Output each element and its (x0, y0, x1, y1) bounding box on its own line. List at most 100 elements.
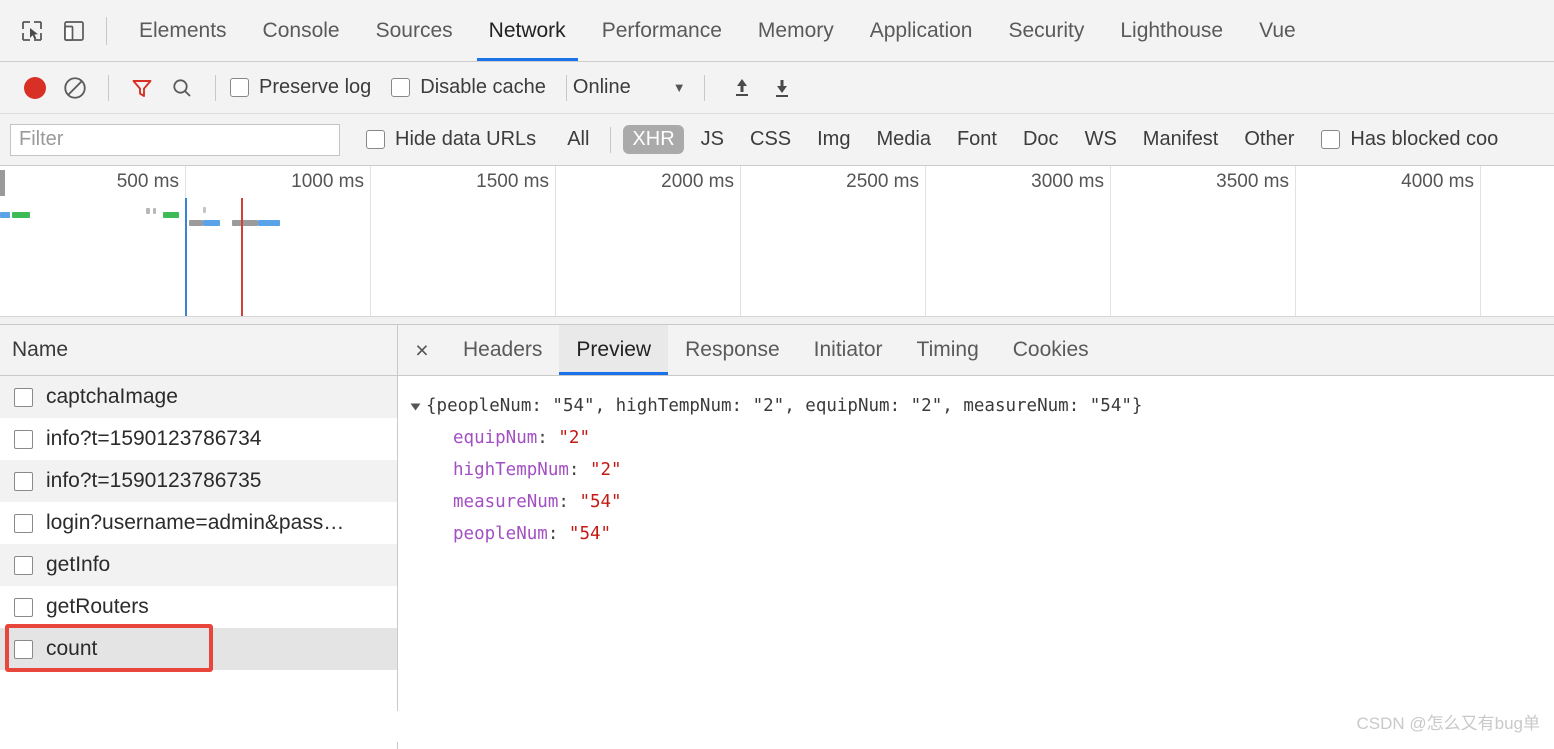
detail-tab-cookies[interactable]: Cookies (996, 325, 1106, 375)
detail-tab-response[interactable]: Response (668, 325, 797, 375)
table-row[interactable]: info?t=1590123786734 (0, 418, 397, 460)
inspect-element-icon-svg (22, 20, 42, 41)
table-row[interactable]: getInfo (0, 544, 397, 586)
device-toolbar-icon[interactable] (56, 13, 92, 49)
tab-security[interactable]: Security (990, 0, 1102, 61)
filter-input[interactable] (10, 123, 340, 156)
json-property-value: "54" (579, 492, 622, 512)
overview-request-bar (163, 212, 179, 218)
type-chip-xhr[interactable]: XHR (623, 125, 684, 154)
overview-tick-label: 1000 ms (291, 171, 364, 192)
overview-gridline (555, 166, 556, 316)
hide-data-urls-label: Hide data URLs (395, 128, 537, 150)
record-button[interactable] (16, 69, 54, 107)
detail-tab-timing[interactable]: Timing (900, 325, 996, 375)
chevron-down-icon[interactable] (410, 403, 421, 411)
type-chip-css[interactable]: CSS (741, 125, 800, 154)
table-row[interactable]: info?t=1590123786735 (0, 460, 397, 502)
toolbar-divider-2 (215, 74, 216, 101)
request-detail-pane: × Headers Preview Response Initiator Tim… (398, 325, 1554, 749)
overview-request-bar (189, 220, 203, 226)
row-checkbox[interactable] (14, 555, 33, 575)
overview-request-bar (258, 220, 280, 226)
hide-data-urls-checkbox[interactable]: Hide data URLs (366, 128, 536, 151)
request-name: login?username=admin&pass… (46, 511, 345, 534)
json-root-summary[interactable]: {peopleNum: "54", highTempNum: "2", equi… (410, 390, 1554, 422)
json-properties: equipNum: "2" highTempNum: "2" measureNum:… (412, 422, 1554, 550)
filter-toggle-button[interactable] (123, 69, 161, 107)
network-split-view: Name captchaImage info?t=1590123786734 inf… (0, 325, 1554, 749)
json-summary-text: {peopleNum: "54", highTempNum: "2", equi… (426, 396, 1143, 416)
close-icon[interactable]: × (398, 325, 446, 375)
overview-event-line-load (241, 198, 243, 316)
filter-divider (610, 126, 612, 153)
requests-column-header[interactable]: Name (0, 325, 397, 376)
requests-list-pane: Name captchaImage info?t=1590123786734 inf… (0, 325, 398, 749)
type-chip-media[interactable]: Media (867, 125, 939, 154)
tab-console[interactable]: Console (245, 0, 358, 61)
overview-gridline (740, 166, 741, 316)
overview-tick-label: 1500 ms (476, 171, 549, 192)
network-overview-timeline[interactable]: 500 ms 1000 ms 1500 ms 2000 ms 2500 ms 3000 m… (0, 166, 1554, 325)
has-blocked-cookies-checkbox[interactable]: Has blocked coo (1321, 128, 1498, 151)
type-chip-all[interactable]: All (558, 125, 598, 154)
disable-cache-box (391, 78, 411, 97)
type-chip-doc[interactable]: Doc (1014, 125, 1068, 154)
type-chip-manifest[interactable]: Manifest (1134, 125, 1228, 154)
requests-list[interactable]: captchaImage info?t=1590123786734 info?t=1… (0, 376, 397, 749)
search-button[interactable] (163, 69, 201, 107)
inspect-element-icon[interactable] (14, 13, 50, 49)
row-checkbox[interactable] (14, 513, 33, 533)
throttling-dropdown[interactable]: Online ▼ (573, 76, 686, 99)
has-blocked-cookies-box (1321, 130, 1341, 149)
toolbar-divider-4 (703, 74, 705, 101)
disable-cache-checkbox[interactable]: Disable cache (391, 76, 546, 99)
tab-performance[interactable]: Performance (584, 0, 740, 61)
detail-tab-headers[interactable]: Headers (446, 325, 559, 375)
tab-sources[interactable]: Sources (358, 0, 471, 61)
table-row[interactable]: count (0, 628, 397, 670)
detail-tab-initiator[interactable]: Initiator (797, 325, 900, 375)
type-chip-other[interactable]: Other (1235, 125, 1303, 154)
type-chip-font[interactable]: Font (948, 125, 1006, 154)
tabbar-divider (106, 16, 107, 45)
overview-scrollbar[interactable] (0, 316, 1554, 324)
row-checkbox[interactable] (14, 387, 33, 407)
detail-tabbar: × Headers Preview Response Initiator Tim… (398, 325, 1554, 376)
json-property-value: "2" (558, 428, 590, 448)
json-property-row: peopleNum: "54" (412, 518, 1554, 550)
tab-elements[interactable]: Elements (121, 0, 245, 61)
tab-vue[interactable]: Vue (1241, 0, 1314, 61)
tab-network[interactable]: Network (471, 0, 584, 61)
json-preview-view: {peopleNum: "54", highTempNum: "2", equi… (398, 376, 1554, 749)
clear-button[interactable] (56, 69, 94, 107)
preserve-log-checkbox[interactable]: Preserve log (230, 76, 371, 99)
preserve-log-box (230, 78, 249, 97)
table-row[interactable]: login?username=admin&pass… (0, 502, 397, 544)
tab-memory[interactable]: Memory (740, 0, 852, 61)
overview-gridline (1295, 166, 1296, 316)
json-property-key: measureNum (453, 492, 559, 512)
table-row[interactable]: getRouters (0, 586, 397, 628)
csdn-watermark: CSDN @怎么又有bug单 (1356, 714, 1540, 733)
tab-lighthouse[interactable]: Lighthouse (1102, 0, 1241, 61)
row-checkbox[interactable] (14, 639, 33, 659)
tab-application[interactable]: Application (852, 0, 991, 61)
type-chip-ws[interactable]: WS (1076, 125, 1126, 154)
search-icon (173, 78, 191, 97)
json-property-row: highTempNum: "2" (412, 454, 1554, 486)
export-har-button[interactable] (763, 69, 801, 107)
hide-data-urls-box (366, 130, 385, 149)
detail-tab-preview[interactable]: Preview (559, 325, 669, 375)
request-name: captchaImage (46, 385, 178, 408)
toolbar-divider-1 (108, 74, 109, 101)
clear-network-log-icon (64, 76, 86, 99)
type-chip-js[interactable]: JS (692, 125, 733, 154)
import-har-button[interactable] (723, 69, 761, 107)
request-name: info?t=1590123786734 (46, 427, 262, 450)
row-checkbox[interactable] (14, 471, 33, 491)
row-checkbox[interactable] (14, 429, 33, 449)
table-row[interactable]: captchaImage (0, 376, 397, 418)
type-chip-img[interactable]: Img (808, 125, 859, 154)
row-checkbox[interactable] (14, 597, 33, 617)
